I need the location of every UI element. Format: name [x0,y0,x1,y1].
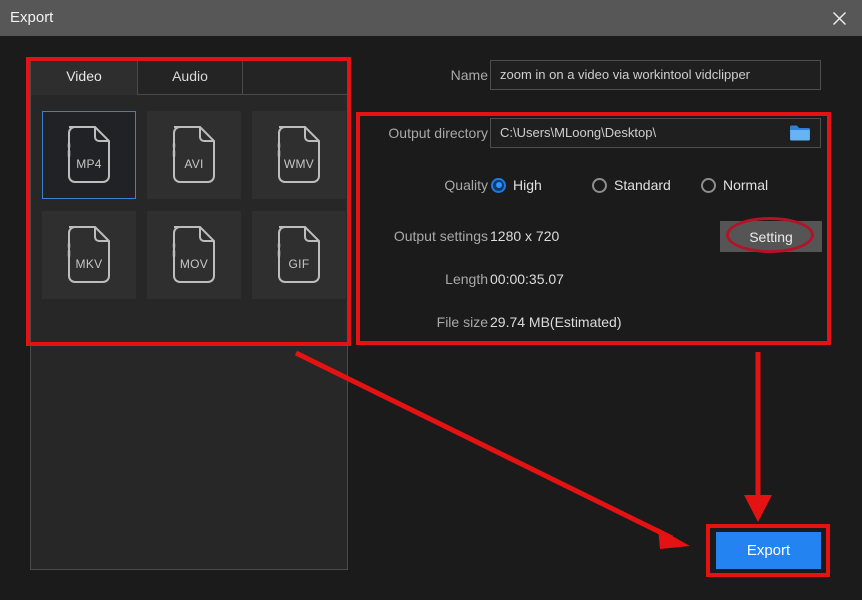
output-directory-row: Output directory C:\Users\MLoong\Desktop… [358,118,821,148]
file-icon: MKV [62,224,116,286]
quality-radio-standard[interactable]: Standard [592,170,671,200]
quality-row: Quality High Standard Normal [358,170,821,200]
quality-label: Quality [444,177,488,193]
format-label: MKV [75,257,103,271]
quality-radio-normal[interactable]: Normal [701,170,768,200]
length-value: 00:00:35.07 [490,271,564,287]
name-label: Name [450,67,488,83]
tab-strip: Video Audio [31,59,347,95]
file-icon: MOV [167,224,221,286]
file-size-label: File size [436,314,488,330]
length-label: Length [445,271,488,287]
output-directory-label: Output directory [388,125,488,141]
quality-option-label: High [513,177,542,193]
length-row: Length 00:00:35.07 [358,264,821,294]
format-card-mp4[interactable]: MP4 [42,111,136,199]
window-title: Export [10,9,54,26]
file-icon: GIF [272,224,326,286]
format-label: AVI [184,157,204,171]
format-card-gif[interactable]: GIF [252,211,346,299]
format-grid: MP4 AVI WMV MKV MOV GIF [42,111,346,299]
format-label: MP4 [76,157,102,171]
tab-audio[interactable]: Audio [137,59,243,95]
file-icon: WMV [272,124,326,186]
title-bar: Export [0,0,862,36]
format-card-mkv[interactable]: MKV [42,211,136,299]
setting-button[interactable]: Setting [720,221,822,252]
close-icon[interactable] [816,0,862,36]
arrow-down-to-export-icon [744,352,772,522]
format-panel: Video Audio MP4 AVI WMV MKV MOV GIF [30,58,348,570]
folder-icon[interactable] [788,121,812,145]
output-settings-label: Output settings [393,228,488,244]
output-directory-input[interactable]: C:\Users\MLoong\Desktop\ [490,118,821,148]
radio-dot-icon [701,177,716,193]
output-settings-value: 1280 x 720 [490,228,560,244]
quality-radio-high[interactable]: High [491,170,542,200]
tab-empty-slot [243,59,347,95]
arrow-to-export-icon [294,350,690,549]
format-card-avi[interactable]: AVI [147,111,241,199]
format-label: GIF [288,257,310,271]
tab-video[interactable]: Video [31,59,137,95]
format-label: MOV [179,257,209,271]
radio-dot-icon [491,177,506,193]
file-size-value: 29.74 MB(Estimated) [490,314,622,330]
format-card-wmv[interactable]: WMV [252,111,346,199]
name-input[interactable]: zoom in on a video via workintool vidcli… [490,60,821,90]
radio-dot-icon [592,177,607,193]
quality-option-label: Normal [723,177,769,193]
export-button[interactable]: Export [716,532,821,569]
file-size-row: File size 29.74 MB(Estimated) [358,307,821,337]
output-settings-row: Output settings 1280 x 720 Setting [358,221,822,252]
quality-option-label: Standard [614,177,671,193]
format-label: WMV [283,157,315,171]
file-icon: AVI [167,124,221,186]
name-row: Name zoom in on a video via workintool v… [358,60,821,90]
format-card-mov[interactable]: MOV [147,211,241,299]
file-icon: MP4 [62,124,116,186]
export-dialog: Export Video Audio MP4 AVI WMV MKV MOV G… [0,0,862,600]
